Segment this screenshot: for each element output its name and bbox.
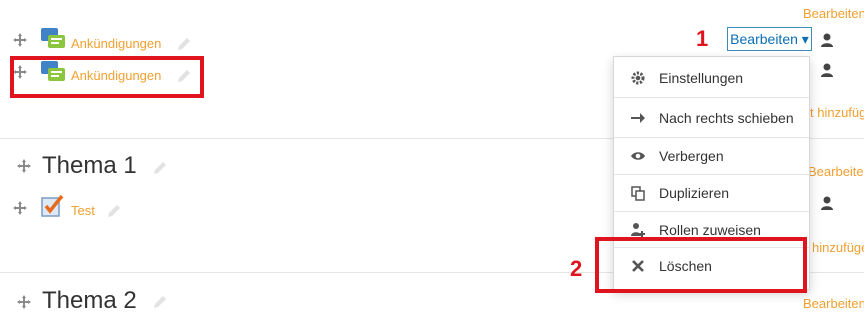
section-edit-link[interactable]: Bearbeiten <box>803 6 864 21</box>
move-icon[interactable] <box>12 200 28 216</box>
forum-icon <box>41 28 65 48</box>
duplicate-icon <box>629 184 647 202</box>
menu-item-settings[interactable]: Einstellungen <box>614 59 809 96</box>
step-number-1: 1 <box>696 26 709 51</box>
menu-item-hide[interactable]: Verbergen <box>614 137 809 174</box>
add-activity-link[interactable]: t hinzufügen <box>810 105 864 120</box>
user-icon[interactable] <box>820 63 834 77</box>
gear-icon <box>629 69 647 87</box>
section-edit-link[interactable]: Bearbeiten <box>803 296 864 311</box>
activity-link[interactable]: Ankündigungen <box>71 36 161 51</box>
move-icon[interactable] <box>16 158 32 174</box>
menu-item-label: Duplizieren <box>659 184 730 201</box>
user-icon[interactable] <box>820 196 834 210</box>
menu-item-label: Rollen zuweisen <box>659 221 761 238</box>
user-icon[interactable] <box>820 33 834 47</box>
menu-item-label: Einstellungen <box>659 69 744 86</box>
menu-item-label: Verbergen <box>659 147 724 164</box>
pencil-icon[interactable] <box>106 203 122 219</box>
arrow-right-icon <box>629 109 647 127</box>
move-icon[interactable] <box>16 294 32 310</box>
menu-item-move-right[interactable]: Nach rechts schieben <box>614 99 809 136</box>
highlight-box <box>595 237 807 293</box>
section-edit-link[interactable]: Bearbeiten <box>808 164 864 179</box>
section-title: Thema 1 <box>42 152 137 179</box>
pencil-icon[interactable] <box>152 160 168 176</box>
eye-icon <box>629 147 647 165</box>
add-activity-link[interactable]: hinzufügen <box>812 240 864 255</box>
section-title: Thema 2 <box>42 287 137 314</box>
user-add-icon <box>629 221 647 239</box>
edit-menu-button[interactable]: Bearbeiten ▾ <box>727 27 812 51</box>
move-icon[interactable] <box>12 32 28 48</box>
step-number-2: 2 <box>570 256 583 281</box>
highlight-box <box>10 56 204 98</box>
quiz-icon <box>41 194 64 217</box>
menu-item-label: Nach rechts schieben <box>659 109 794 126</box>
menu-item-duplicate[interactable]: Duplizieren <box>614 174 809 211</box>
pencil-icon[interactable] <box>152 294 168 310</box>
activity-link[interactable]: Test <box>71 203 95 218</box>
pencil-icon[interactable] <box>176 36 192 52</box>
